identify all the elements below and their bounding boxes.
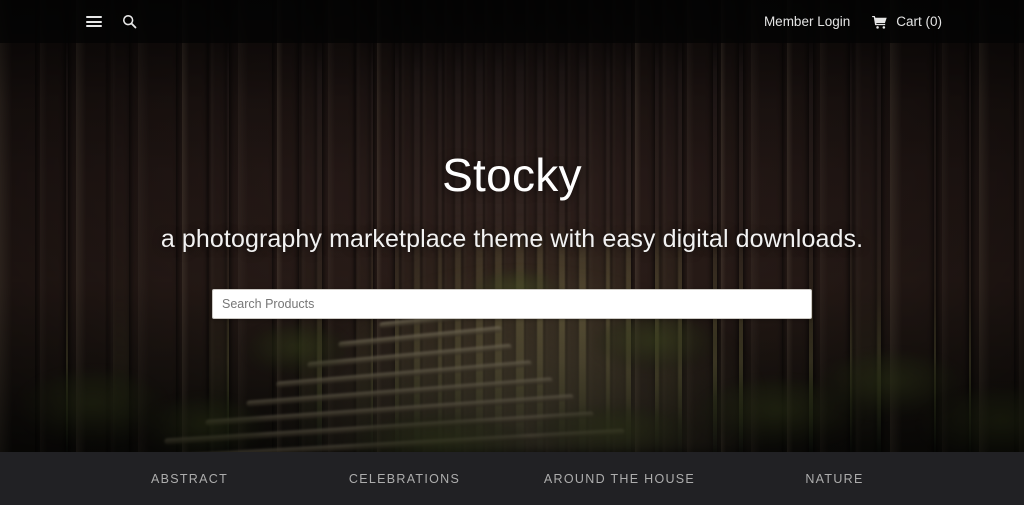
search-box-wrapper — [212, 289, 812, 319]
hamburger-line — [86, 16, 102, 19]
page-title: Stocky — [442, 149, 582, 201]
category-list: Abstract Celebrations Around the House Natu… — [82, 472, 942, 486]
category-link[interactable]: Abstract — [82, 472, 297, 486]
category-link[interactable]: Nature — [727, 472, 942, 486]
member-login-link[interactable]: Member Login — [764, 14, 850, 29]
shopping-cart-icon — [872, 15, 887, 29]
homepage: Member Login Cart (0) Stocky a photograp… — [0, 0, 1024, 505]
top-navigation-bar: Member Login Cart (0) — [0, 0, 1024, 43]
category-navigation-bar: Abstract Celebrations Around the House Natu… — [0, 452, 1024, 505]
cart-link[interactable]: Cart (0) — [872, 14, 942, 29]
hamburger-line — [86, 24, 102, 27]
hero-content: Stocky a photography marketplace theme w… — [0, 0, 1024, 452]
topbar-right-group: Member Login Cart (0) — [764, 14, 942, 29]
hamburger-line — [86, 20, 102, 23]
topbar-left-group — [84, 12, 139, 32]
cart-label: Cart (0) — [896, 14, 942, 29]
hamburger-menu-icon[interactable] — [84, 12, 104, 32]
search-icon[interactable] — [119, 12, 139, 32]
category-link[interactable]: Celebrations — [297, 472, 512, 486]
category-link[interactable]: Around the House — [512, 472, 727, 486]
hero-subtitle: a photography marketplace theme with eas… — [160, 225, 864, 253]
search-products-input[interactable] — [212, 289, 812, 319]
